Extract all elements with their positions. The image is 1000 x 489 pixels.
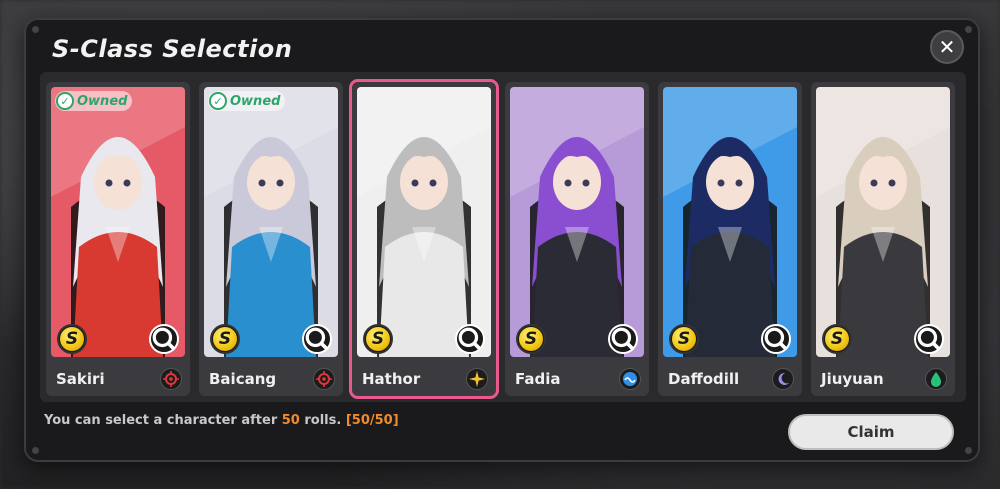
character-name: Hathor — [362, 370, 421, 388]
roll-requirement-prefix: You can select a character after — [44, 413, 282, 428]
character-card-hathor[interactable]: S Hathor — [349, 79, 499, 399]
roll-progress: [50/50] — [345, 413, 399, 428]
s-rank-icon: S — [669, 324, 699, 354]
character-name: Daffodill — [668, 370, 740, 388]
character-portrait: S — [816, 87, 950, 357]
owned-label: Owned — [77, 93, 128, 109]
rank-label: S — [825, 327, 849, 351]
character-name: Fadia — [515, 370, 561, 388]
character-portrait: S — [510, 87, 644, 357]
magnify-icon[interactable] — [455, 324, 485, 354]
character-name-row: Sakiri — [46, 362, 190, 396]
magnify-icon[interactable] — [149, 324, 179, 354]
character-portrait: S — [663, 87, 797, 357]
character-name-row: Jiuyuan — [811, 362, 955, 396]
character-name-row: Daffodill — [658, 362, 802, 396]
owned-label: Owned — [230, 93, 281, 109]
rivet-decoration — [965, 447, 972, 454]
s-rank-icon: S — [363, 324, 393, 354]
character-card-sakiri[interactable]: ✓ Owned S Sakiri — [46, 82, 190, 396]
character-card-list: ✓ Owned S Sakiri ✓ Owned S Baicang S Hathor S Fa… — [40, 72, 966, 402]
roll-requirement-text: You can select a character after 50 roll… — [44, 413, 399, 428]
character-portrait: ✓ Owned S — [51, 87, 185, 357]
star-burst-icon — [466, 368, 488, 390]
rank-label: S — [213, 327, 237, 351]
rank-label: S — [60, 327, 84, 351]
wave-icon — [619, 368, 641, 390]
dialog-title: S-Class Selection — [52, 35, 293, 63]
rank-label: S — [366, 327, 390, 351]
character-name: Jiuyuan — [821, 370, 884, 388]
magnify-icon[interactable] — [761, 324, 791, 354]
leaf-drop-icon — [925, 368, 947, 390]
checkmark-icon: ✓ — [56, 92, 74, 110]
close-icon: ✕ — [938, 35, 956, 59]
claim-button[interactable]: Claim — [788, 414, 954, 450]
magnify-icon[interactable] — [302, 324, 332, 354]
character-name-row: Hathor — [352, 362, 496, 396]
character-card-jiuyuan[interactable]: S Jiuyuan — [811, 82, 955, 396]
character-card-baicang[interactable]: ✓ Owned S Baicang — [199, 82, 343, 396]
character-portrait: S — [357, 87, 491, 357]
rank-label: S — [519, 327, 543, 351]
s-rank-icon: S — [57, 324, 87, 354]
character-name: Sakiri — [56, 370, 105, 388]
s-rank-icon: S — [516, 324, 546, 354]
character-portrait: ✓ Owned S — [204, 87, 338, 357]
crosshair-icon — [313, 368, 335, 390]
character-card-fadia[interactable]: S Fadia — [505, 82, 649, 396]
s-rank-icon: S — [210, 324, 240, 354]
owned-badge: ✓ Owned — [208, 91, 286, 111]
character-name-row: Fadia — [505, 362, 649, 396]
rivet-decoration — [32, 26, 39, 33]
rank-label: S — [672, 327, 696, 351]
rivet-decoration — [32, 447, 39, 454]
s-class-selection-dialog: S-Class Selection ✕ ✓ Owned S Sakiri ✓ Owned… — [24, 18, 980, 462]
close-button[interactable]: ✕ — [930, 30, 964, 64]
magnify-icon[interactable] — [608, 324, 638, 354]
character-name-row: Baicang — [199, 362, 343, 396]
crosshair-icon — [160, 368, 182, 390]
character-name: Baicang — [209, 370, 277, 388]
moon-icon — [772, 368, 794, 390]
character-card-daffodill[interactable]: S Daffodill — [658, 82, 802, 396]
owned-badge: ✓ Owned — [55, 91, 133, 111]
magnify-icon[interactable] — [914, 324, 944, 354]
checkmark-icon: ✓ — [209, 92, 227, 110]
s-rank-icon: S — [822, 324, 852, 354]
roll-requirement-suffix: rolls. — [299, 413, 346, 428]
roll-count: 50 — [281, 413, 300, 428]
rivet-decoration — [965, 26, 972, 33]
